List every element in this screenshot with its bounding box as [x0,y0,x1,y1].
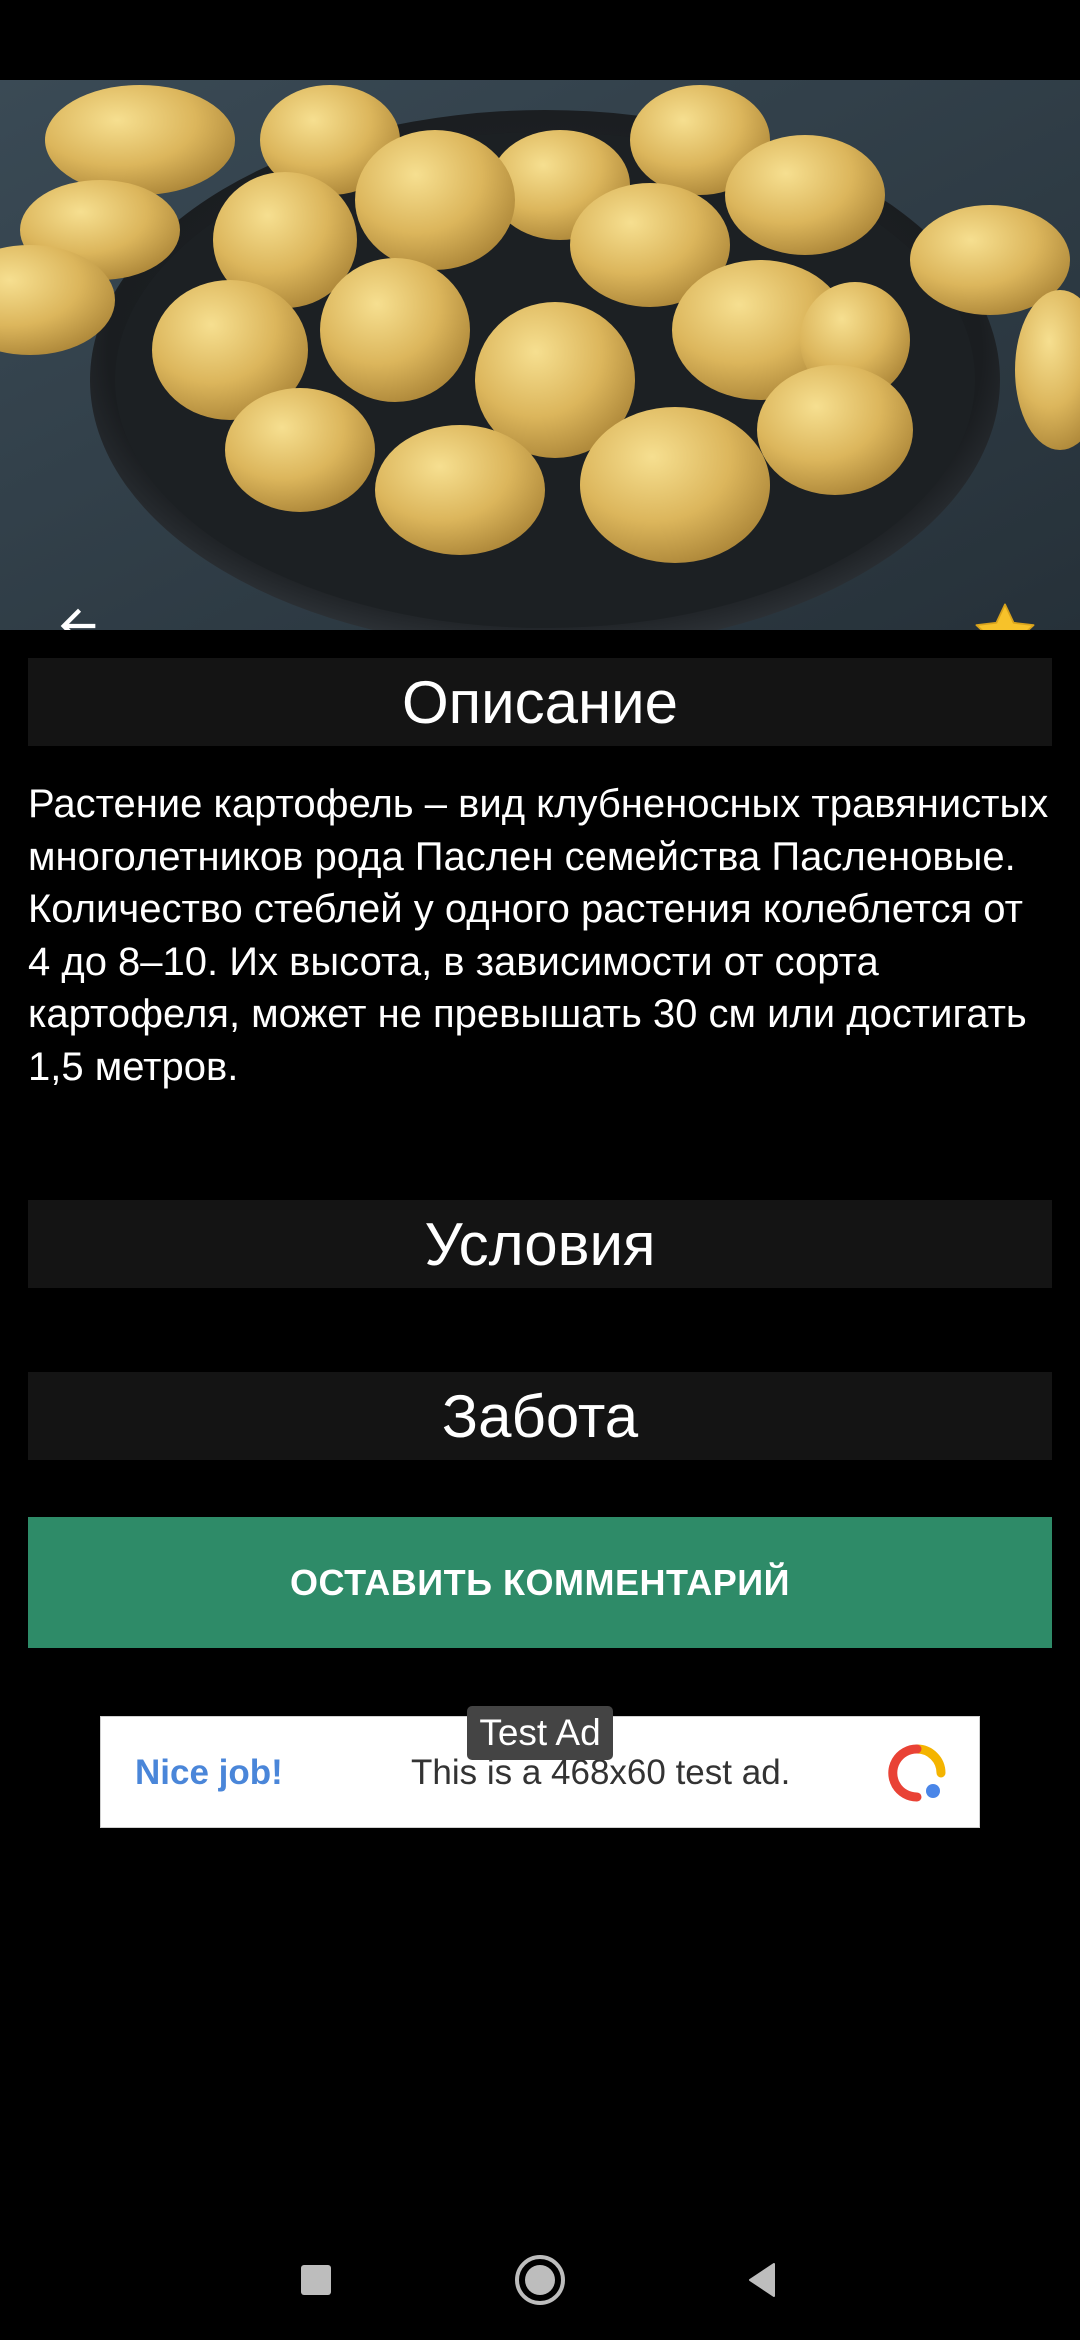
section-care-header[interactable]: Забота [28,1372,1052,1460]
favorite-button[interactable] [970,598,1046,630]
star-icon [975,603,1035,630]
triangle-back-icon [749,2263,775,2297]
nav-back-button[interactable] [728,2246,796,2314]
nav-recents-button[interactable] [282,2246,350,2314]
nav-home-button[interactable] [506,2246,574,2314]
system-navigation-bar [0,2220,1080,2340]
section-conditions-title: Условия [424,1210,656,1278]
potatoes-illustration [0,80,1080,630]
test-ad-badge-text: Test Ad [479,1712,601,1753]
circle-home-icon [515,2255,565,2305]
ad-nice-text: Nice job! [135,1753,283,1792]
section-description-header[interactable]: Описание [28,658,1052,746]
leave-comment-button[interactable]: ОСТАВИТЬ КОММЕНТАРИЙ [28,1517,1052,1648]
ad-logo-icon [888,1744,946,1802]
section-conditions-header[interactable]: Условия [28,1200,1052,1288]
back-button[interactable] [52,600,124,630]
hero-image [0,80,1080,630]
description-text: Растение картофель – вид клубненосных тр… [28,782,1049,1089]
square-icon [301,2265,331,2295]
section-care-title: Забота [441,1382,639,1450]
section-description-title: Описание [401,668,679,736]
arrow-left-icon [60,608,96,630]
status-bar [0,0,1080,80]
test-ad-badge: Test Ad [467,1706,613,1760]
